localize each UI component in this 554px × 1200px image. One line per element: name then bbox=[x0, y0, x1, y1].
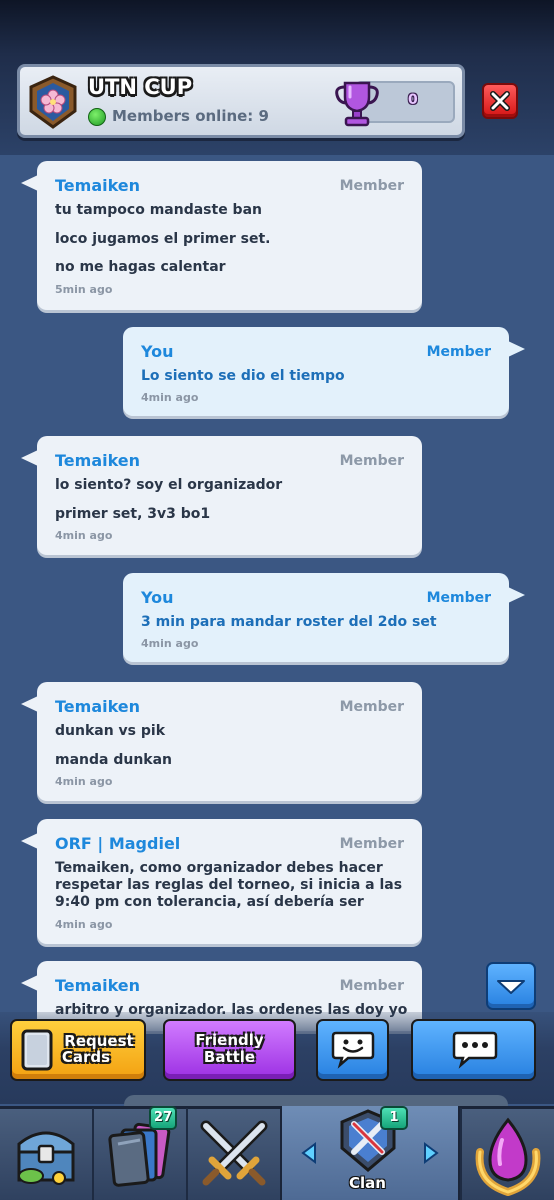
emote-button[interactable] bbox=[316, 1019, 389, 1081]
friendly-battle-button[interactable]: Friendly Battle bbox=[163, 1019, 296, 1081]
message-time: 5min ago bbox=[55, 283, 113, 296]
clan-name: UTN CUP bbox=[88, 75, 193, 99]
request-cards-button[interactable]: Request Cards bbox=[10, 1019, 146, 1081]
request-cards-label-2: Cards bbox=[61, 1048, 111, 1066]
chevron-left-icon bbox=[301, 1142, 316, 1164]
cards-count-badge: 27 bbox=[149, 1106, 177, 1130]
message-line: respetar las reglas del torneo, si inici… bbox=[55, 877, 403, 893]
chevron-down-icon bbox=[497, 980, 525, 994]
chat-message: Temaiken Member lo siento? soy el organi… bbox=[21, 436, 422, 555]
close-button[interactable] bbox=[482, 83, 518, 119]
chat-message-own: You Member 3 min para mandar roster del … bbox=[123, 573, 525, 662]
message-role: Member bbox=[339, 178, 404, 194]
message-time: 4min ago bbox=[141, 391, 199, 404]
clan-badge-icon bbox=[29, 75, 77, 129]
emote-face-icon bbox=[331, 1031, 375, 1069]
message-sender: You bbox=[141, 342, 174, 361]
nav-tab-shop[interactable] bbox=[0, 1106, 92, 1200]
message-time: 4min ago bbox=[55, 918, 113, 931]
message-time: 4min ago bbox=[55, 529, 113, 542]
message-time: 4min ago bbox=[55, 775, 113, 788]
message-sender: Temaiken bbox=[55, 697, 141, 716]
shop-chest-icon bbox=[17, 1131, 75, 1185]
message-sender: Temaiken bbox=[55, 451, 141, 470]
chevron-right-icon bbox=[424, 1142, 439, 1164]
message-line: primer set, 3v3 bo1 bbox=[55, 506, 211, 522]
message-sender: Temaiken bbox=[55, 976, 141, 995]
nav-tab-clan-label: Clan bbox=[349, 1174, 386, 1192]
message-line: dunkan vs pik bbox=[55, 723, 166, 739]
friendly-battle-label-1: Friendly bbox=[195, 1031, 264, 1049]
message-line: Lo siento se dio el tiempo bbox=[141, 368, 345, 384]
card-icon bbox=[21, 1029, 53, 1071]
message-role: Member bbox=[426, 590, 491, 606]
message-time: 4min ago bbox=[141, 637, 199, 650]
message-line: Temaiken, como organizador debes hacer bbox=[55, 860, 383, 876]
message-line: lo siento? soy el organizador bbox=[55, 477, 283, 493]
message-sender: Temaiken bbox=[55, 176, 141, 195]
chat-message-own: You Member Lo siento se dio el tiempo 4m… bbox=[123, 327, 525, 416]
message-role: Member bbox=[339, 978, 404, 994]
nav-tab-events[interactable] bbox=[462, 1106, 554, 1200]
members-online-text: Members online: 9 bbox=[112, 107, 269, 125]
trophy-count: 0 bbox=[408, 92, 418, 108]
clan-notification-badge: 1 bbox=[380, 1106, 408, 1130]
message-line: manda dunkan bbox=[55, 752, 173, 768]
chat-bubble-icon bbox=[452, 1031, 498, 1069]
message-role: Member bbox=[426, 344, 491, 360]
request-cards-label-1: Request bbox=[64, 1032, 134, 1050]
chat-message: Temaiken Member tu tampoco mandaste ban … bbox=[21, 161, 422, 310]
message-line: 9:40 pm con tolerancia, así debería ser bbox=[55, 894, 364, 910]
chat-message: ORF | Magdiel Member Temaiken, como orga… bbox=[21, 819, 422, 944]
message-line: loco jugamos el primer set. bbox=[55, 231, 271, 247]
message-line: tu tampoco mandaste ban bbox=[55, 202, 262, 218]
events-gem-icon bbox=[475, 1117, 541, 1196]
trophy-icon bbox=[335, 81, 379, 127]
nav-tab-battle[interactable] bbox=[188, 1106, 280, 1200]
message-line: no me hagas calentar bbox=[55, 259, 226, 275]
online-status-icon bbox=[88, 108, 106, 126]
chat-button[interactable] bbox=[411, 1019, 536, 1081]
message-role: Member bbox=[339, 699, 404, 715]
chat-message: Temaiken Member dunkan vs pik manda dunk… bbox=[21, 682, 422, 801]
message-role: Member bbox=[339, 453, 404, 469]
nav-tab-cards[interactable]: 27 bbox=[94, 1106, 186, 1200]
scroll-to-bottom-button[interactable] bbox=[486, 962, 536, 1010]
close-icon bbox=[490, 91, 510, 111]
message-sender: You bbox=[141, 588, 174, 607]
message-sender: ORF | Magdiel bbox=[55, 834, 181, 853]
clan-header-card[interactable]: UTN CUP Members online: 9 0 bbox=[17, 64, 465, 138]
message-line: 3 min para mandar roster del 2do set bbox=[141, 614, 437, 630]
battle-swords-icon bbox=[200, 1120, 268, 1186]
friendly-battle-label-2: Battle bbox=[203, 1048, 256, 1066]
message-role: Member bbox=[339, 836, 404, 852]
